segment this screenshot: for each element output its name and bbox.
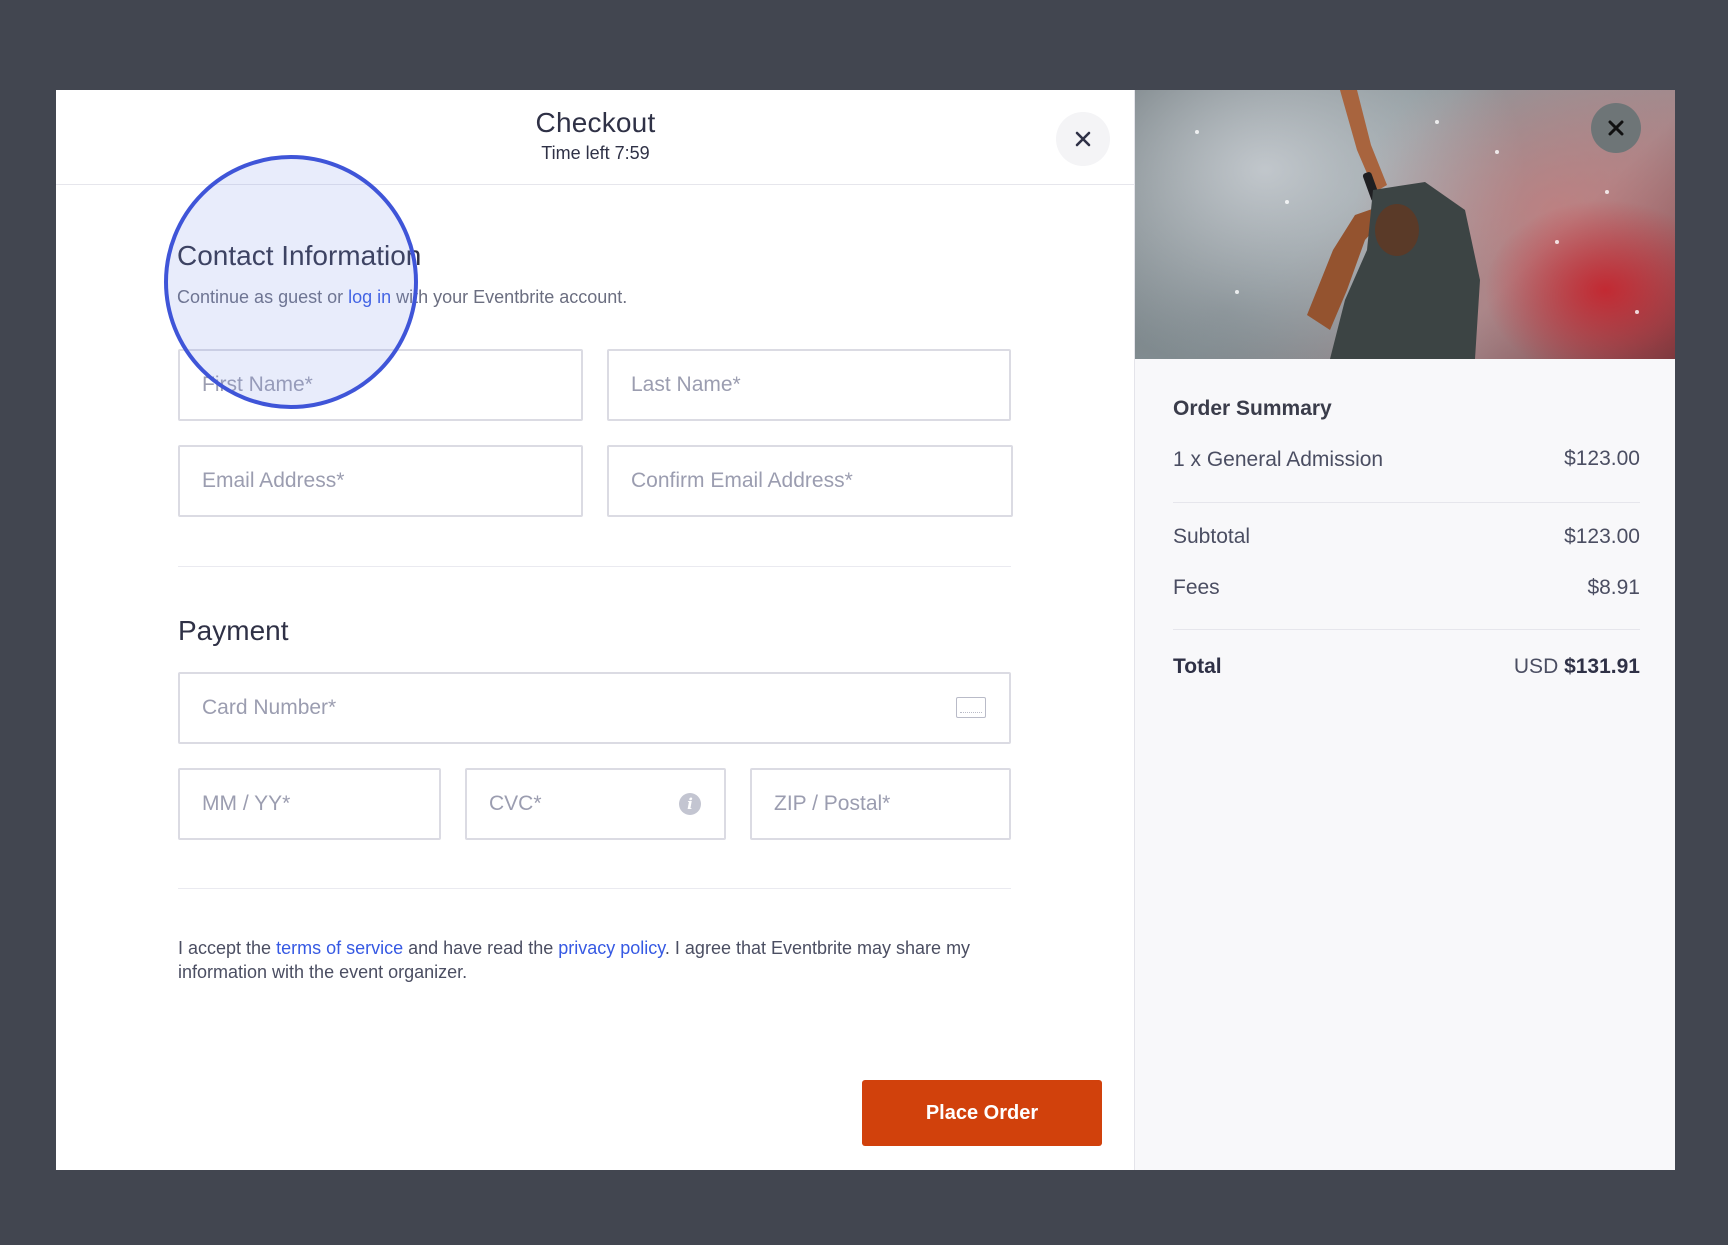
total-amount: $131.91 (1564, 655, 1640, 678)
countdown-timer: Time left 7:59 (541, 143, 650, 163)
total-currency: USD (1513, 655, 1559, 678)
info-icon[interactable]: i (679, 793, 701, 815)
subtotal-value: $123.00 (1564, 525, 1640, 548)
subtotal-label: Subtotal (1173, 525, 1251, 548)
subtext-before: Continue as guest or (177, 287, 349, 307)
item-price: $123.00 (1564, 447, 1640, 470)
order-summary-heading: Order Summary (1173, 397, 1332, 420)
credit-card-icon (956, 697, 986, 718)
summary-divider (1173, 502, 1640, 503)
order-summary-panel (1135, 90, 1675, 1170)
checkout-form-panel: Checkout Time left 7:59 Contact Informat… (56, 90, 1135, 1170)
expiry-field[interactable] (178, 768, 441, 840)
sparkle (1495, 150, 1499, 154)
email-field[interactable] (178, 445, 583, 517)
section-divider (178, 566, 1011, 567)
terms-text: I accept the terms of service and have r… (178, 936, 1008, 984)
fees-value: $8.91 (1587, 576, 1640, 599)
fees-label: Fees (1173, 576, 1220, 599)
sparkle (1435, 120, 1439, 124)
confirm-email-field[interactable] (607, 445, 1013, 517)
first-name-field[interactable] (178, 349, 583, 421)
sparkle (1635, 310, 1639, 314)
section-divider (178, 888, 1011, 889)
card-number-field[interactable] (178, 672, 1011, 744)
sparkle (1235, 290, 1239, 294)
checkout-modal: Checkout Time left 7:59 Contact Informat… (56, 90, 1675, 1170)
last-name-field[interactable] (607, 349, 1011, 421)
item-label: 1 x General Admission (1173, 448, 1384, 471)
close-icon (1075, 131, 1091, 147)
place-order-button[interactable]: Place Order (862, 1080, 1102, 1146)
terms-part1: I accept the (178, 938, 277, 958)
terms-part2: and have read the (403, 938, 559, 958)
sparkle (1555, 240, 1559, 244)
sparkle (1285, 200, 1289, 204)
login-link[interactable]: log in (348, 287, 391, 307)
contact-info-heading: Contact Information (177, 240, 422, 271)
payment-heading: Payment (178, 615, 289, 646)
privacy-policy-link[interactable]: privacy policy (558, 938, 665, 958)
sparkle (1605, 190, 1609, 194)
contact-info-subtext: Continue as guest or log in with your Ev… (177, 287, 627, 308)
total-value: USD $131.91 (1514, 655, 1640, 679)
subtext-after: with your Eventbrite account. (391, 287, 628, 307)
zip-field[interactable] (750, 768, 1011, 840)
close-checkout-button[interactable] (1056, 112, 1110, 166)
terms-of-service-link[interactable]: terms of service (276, 938, 403, 958)
summary-divider (1173, 629, 1640, 630)
total-label: Total (1173, 655, 1222, 678)
close-icon (1608, 120, 1624, 136)
close-summary-button[interactable] (1591, 103, 1641, 153)
sparkle (1195, 130, 1199, 134)
checkout-header: Checkout Time left 7:59 (56, 90, 1135, 185)
checkout-title: Checkout (535, 107, 656, 138)
